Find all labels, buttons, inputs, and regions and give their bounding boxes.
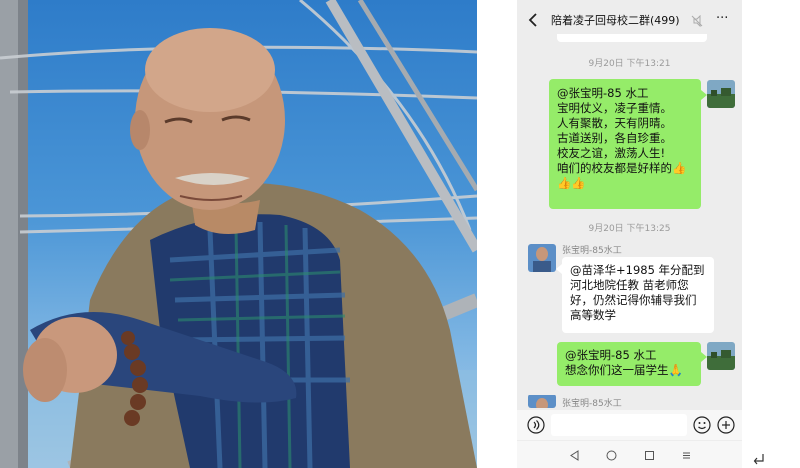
nav-back-icon[interactable] <box>569 450 580 461</box>
bubble-tail <box>701 352 707 362</box>
message-line: 河北地院任教 苗老师您 <box>570 278 689 292</box>
avatar-sender[interactable] <box>528 244 556 272</box>
sender-name: 张宝明-85水工 <box>562 399 622 409</box>
corner-return-icon <box>753 454 764 465</box>
composite-image: 陪着凌子回母校二群(499) ··· 9月20日 下午13:21 @张宝明-85… <box>0 0 800 468</box>
message-bubble-incoming[interactable]: @苗泽华+1985 年分配到 河北地院任教 苗老师您 好，仍然记得你辅导我们 高… <box>562 257 714 333</box>
avatar-self[interactable] <box>707 80 735 108</box>
message-input[interactable] <box>551 414 687 436</box>
timestamp: 9月20日 下午13:25 <box>588 224 671 234</box>
mute-icon <box>691 15 703 27</box>
system-nav-bar <box>517 441 742 468</box>
more-icon[interactable]: ··· <box>716 12 728 25</box>
timestamp: 9月20日 下午13:21 <box>588 59 671 69</box>
message-line: 校友之谊，激荡人生! <box>557 146 666 160</box>
bubble-tail <box>701 90 707 100</box>
previous-message-fragment <box>557 34 707 42</box>
voice-icon[interactable] <box>527 416 545 434</box>
message-line: @张宝明-85 水工 <box>557 86 649 100</box>
avatar-sender[interactable] <box>528 394 556 408</box>
message-line: 宝明仗义，凌子重情。 <box>557 101 672 115</box>
sender-name: 张宝明-85水工 <box>562 246 622 256</box>
message-bubble-outgoing[interactable]: @张宝明-85 水工 宝明仗义，凌子重情。 人有聚散，天有阴晴。 古道送别，各自… <box>549 79 701 209</box>
portrait-photo <box>0 0 477 468</box>
nav-home-icon[interactable] <box>606 450 617 461</box>
message-line: 咱们的校友都是好样的👍 <box>557 161 687 175</box>
chat-title: 陪着凌子回母校二群(499) <box>551 14 680 27</box>
nav-menu-icon[interactable] <box>681 450 692 461</box>
nav-recents-icon[interactable] <box>644 450 655 461</box>
chat-screen: 陪着凌子回母校二群(499) ··· 9月20日 下午13:21 @张宝明-85… <box>517 0 742 468</box>
avatar-self[interactable] <box>707 342 735 370</box>
emoji-icon[interactable] <box>693 416 711 434</box>
message-line: 人有聚散，天有阴晴。 <box>557 116 672 130</box>
plus-icon[interactable] <box>717 416 735 434</box>
message-line: 想念你们这一届学生🙏 <box>565 363 683 377</box>
message-line: 古道送别，各自珍重。 <box>557 131 672 145</box>
message-line: 👍👍 <box>557 176 586 190</box>
message-line: 好，仍然记得你辅导我们 <box>570 293 697 307</box>
message-line: @张宝明-85 水工 <box>565 348 657 362</box>
message-bubble-outgoing[interactable]: @张宝明-85 水工 想念你们这一届学生🙏 <box>557 342 701 386</box>
photo-illustration <box>0 0 477 468</box>
message-line: @苗泽华+1985 年分配到 <box>570 263 705 277</box>
back-icon[interactable] <box>525 10 541 30</box>
message-line: 高等数学 <box>570 308 616 322</box>
